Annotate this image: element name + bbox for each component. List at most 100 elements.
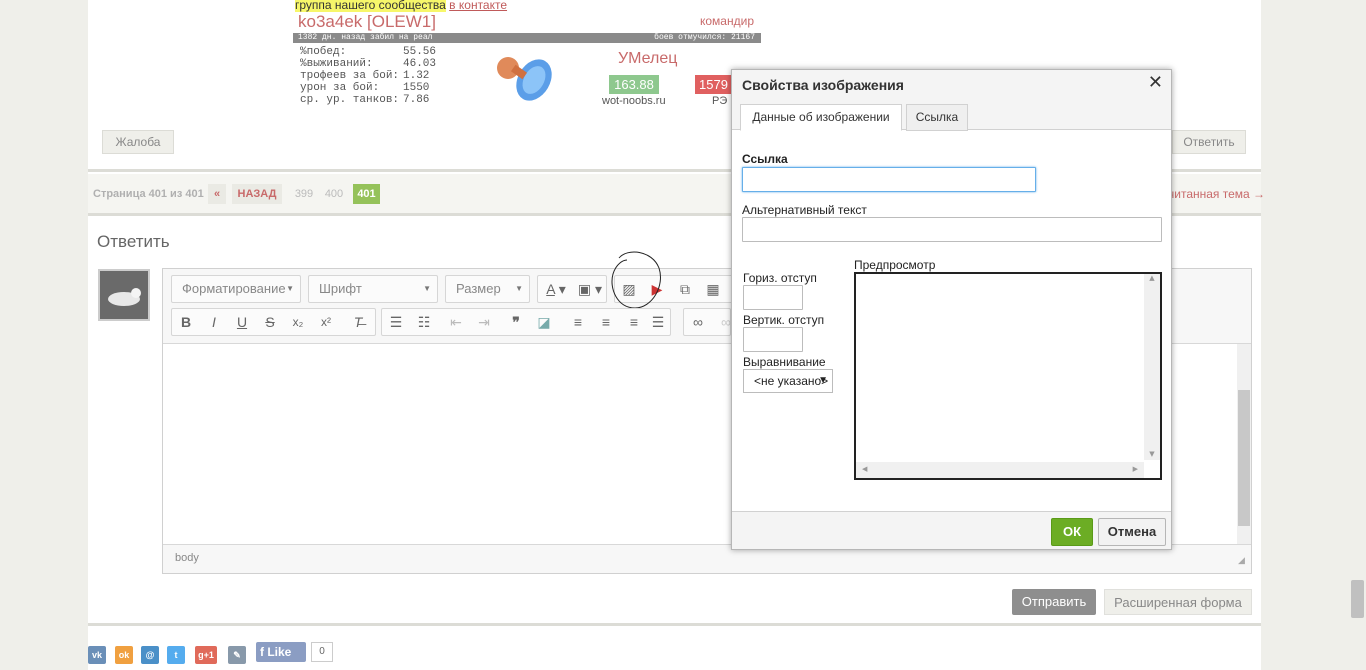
paragraph-group: ☰ ☷ ⇤ ⇥ ❞ ◪ ≡ ≡ ≡ ☰ xyxy=(381,308,671,336)
googleplus-icon[interactable]: g+1 xyxy=(195,646,217,664)
page-count-label: Страница 401 из 401 xyxy=(93,188,204,200)
remove-format-icon[interactable]: T̶ xyxy=(344,309,372,337)
style-group: B I U S x₂ x² T̶ xyxy=(171,308,376,336)
resize-handle-icon[interactable]: ◢ xyxy=(1238,556,1245,566)
player-stats: %побед: 55.56 %выживаний: 46.03 трофеев за… xyxy=(300,46,436,106)
stat-row: ср. ур. танков: 7.86 xyxy=(300,94,430,106)
hspace-input[interactable] xyxy=(743,285,803,310)
stat-row: трофеев за бой: 1.32 xyxy=(300,70,430,82)
copy-icon[interactable]: ⧉ xyxy=(671,276,699,304)
stat-row: %побед: 55.56 xyxy=(300,46,437,58)
odnoklassniki-icon[interactable]: ok xyxy=(115,646,133,664)
unread-topic-link[interactable]: читанная тема → xyxy=(1168,184,1265,204)
color-group: A ▾ ▣ ▾ xyxy=(537,275,607,303)
stat-row: урон за бой: 1550 xyxy=(300,82,430,94)
bullet-list-icon[interactable]: ☷ xyxy=(410,309,438,337)
dialog-tabs: Данные об изображении Ссылка xyxy=(732,100,1171,131)
size-combo[interactable]: Размер ▼ xyxy=(445,275,530,303)
livejournal-icon[interactable]: ✎ xyxy=(228,646,246,664)
indent-icon[interactable]: ⇥ xyxy=(470,309,498,337)
align-select[interactable]: <не указано> ▼ xyxy=(743,369,833,393)
chevron-down-icon: ▼ xyxy=(818,375,828,386)
vk-link[interactable]: в контакте xyxy=(449,0,507,12)
page-scrollbar[interactable] xyxy=(1351,580,1364,618)
community-text: группа нашего сообщества xyxy=(295,0,446,12)
alt-text-input[interactable] xyxy=(742,217,1162,242)
preview-hscroll[interactable]: ◀ ▶ xyxy=(856,462,1144,478)
editor-scrollbar[interactable] xyxy=(1237,344,1251,544)
italic-icon[interactable]: I xyxy=(200,309,228,337)
align-label: Выравнивание xyxy=(743,355,826,369)
ok-button[interactable]: ОК xyxy=(1051,518,1093,546)
dialog-footer: ОК Отмена xyxy=(732,511,1171,549)
player-name: ko3a4ek [OLEW1] xyxy=(298,12,436,31)
tab-link[interactable]: Ссылка xyxy=(906,104,968,131)
numbered-list-icon[interactable]: ☰ xyxy=(382,309,410,337)
avatar-image-icon xyxy=(100,271,148,319)
hspace-label: Гориз. отступ xyxy=(743,271,817,285)
page-link-400[interactable]: 400 xyxy=(322,184,346,204)
bar-right-text: боев отмучился: 21167 xyxy=(654,33,755,42)
justify-icon[interactable]: ☰ xyxy=(644,309,672,337)
vspace-input[interactable] xyxy=(743,327,803,352)
outdent-icon[interactable]: ⇤ xyxy=(442,309,470,337)
facebook-like-count: 0 xyxy=(311,642,333,662)
image-properties-dialog: Свойства изображения ✕ Данные об изображ… xyxy=(731,69,1172,550)
site-label: wot-noobs.ru xyxy=(602,95,666,107)
bar-left-text: 1382 дн. назад забил на реал xyxy=(298,33,433,42)
stat-row: %выживаний: 46.03 xyxy=(300,58,437,70)
facebook-like-button[interactable]: f Like xyxy=(256,642,306,662)
complaint-button[interactable]: Жалоба xyxy=(102,130,174,154)
bg-color-icon[interactable]: ▣ ▾ xyxy=(574,276,606,304)
bold-icon[interactable]: B xyxy=(172,309,200,337)
mailru-icon[interactable]: @ xyxy=(141,646,159,664)
link-group: ∞ ∞ xyxy=(683,308,731,336)
extended-form-button[interactable]: Расширенная форма xyxy=(1104,589,1252,615)
first-page-link[interactable]: « xyxy=(208,184,226,204)
alt-text-label: Альтернативный текст xyxy=(742,203,867,217)
blockquote-icon[interactable]: ❞ xyxy=(502,309,530,337)
url-input[interactable] xyxy=(742,167,1036,192)
vspace-label: Вертик. отступ xyxy=(743,313,825,327)
rating-badge-red: 1579 xyxy=(695,75,735,94)
cancel-button[interactable]: Отмена xyxy=(1098,518,1166,546)
avatar xyxy=(98,269,150,321)
close-icon[interactable]: ✕ xyxy=(1148,72,1163,93)
page-current[interactable]: 401 xyxy=(353,184,380,204)
pacifier-icon xyxy=(497,57,552,101)
link-icon[interactable]: ∞ xyxy=(684,309,712,337)
dialog-header[interactable]: Свойства изображения ✕ xyxy=(732,70,1171,100)
hand-drawn-circle xyxy=(611,251,661,309)
send-button[interactable]: Отправить xyxy=(1012,589,1096,615)
element-path[interactable]: body xyxy=(175,552,199,564)
font-combo[interactable]: Шрифт ▼ xyxy=(308,275,438,303)
image-preview: ▲ ▼ ◀ ▶ xyxy=(854,272,1162,480)
format-combo[interactable]: Форматирование ▼ xyxy=(171,275,301,303)
strike-icon[interactable]: S xyxy=(256,309,284,337)
url-label: Ссылка xyxy=(742,152,788,166)
align-center-icon[interactable]: ≡ xyxy=(592,309,620,337)
reply-section-title: Ответить xyxy=(97,232,170,251)
dialog-title: Свойства изображения xyxy=(742,77,904,93)
subscript-icon[interactable]: x₂ xyxy=(284,309,312,337)
community-line: группа нашего сообщества в контакте xyxy=(295,0,507,12)
divider xyxy=(88,623,1261,626)
text-color-icon[interactable]: A ▾ xyxy=(540,276,572,304)
rating-badge-green: 163.88 xyxy=(609,75,659,94)
vk-icon[interactable]: vk xyxy=(88,646,106,664)
re-label: РЭ xyxy=(712,95,728,107)
align-left-icon[interactable]: ≡ xyxy=(564,309,592,337)
tab-image-info[interactable]: Данные об изображении xyxy=(740,104,902,131)
signature-bar: 1382 дн. назад забил на реал боев отмучи… xyxy=(293,33,761,43)
preview-label: Предпросмотр xyxy=(854,258,936,272)
reply-button[interactable]: Ответить xyxy=(1172,130,1246,154)
superscript-icon[interactable]: x² xyxy=(312,309,340,337)
twitter-icon[interactable]: t xyxy=(167,646,185,664)
rank-title: УМелец xyxy=(618,50,678,67)
underline-icon[interactable]: U xyxy=(228,309,256,337)
table-icon[interactable]: ▦ xyxy=(699,276,727,304)
back-page-link[interactable]: НАЗАД xyxy=(232,184,282,204)
page-link-399[interactable]: 399 xyxy=(292,184,316,204)
div-container-icon[interactable]: ◪ xyxy=(530,309,558,337)
preview-vscroll[interactable]: ▲ ▼ xyxy=(1144,274,1160,460)
